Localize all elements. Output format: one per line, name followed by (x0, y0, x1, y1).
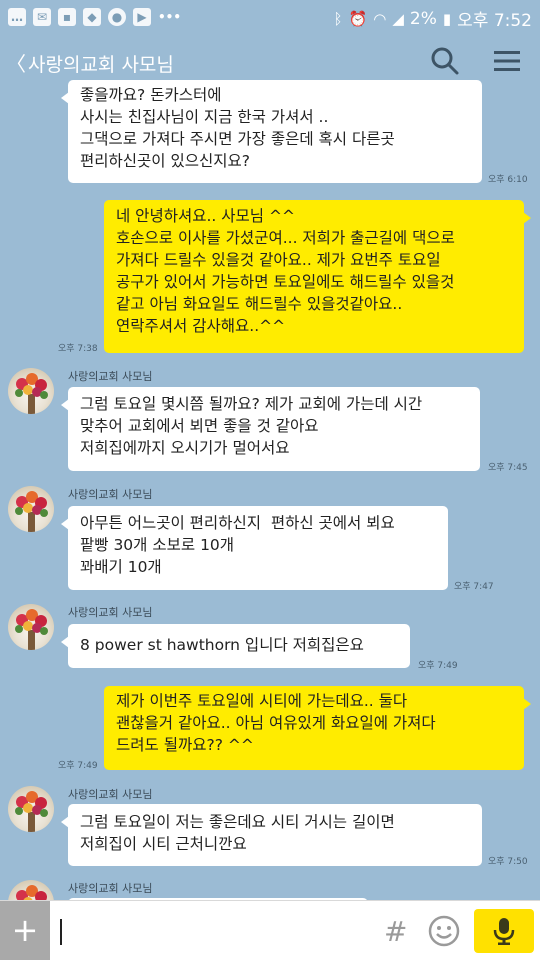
message-time: 오후 7:45 (488, 463, 528, 473)
plus-icon: + (11, 911, 39, 949)
sender-name: 사랑의교회 사모님 (68, 882, 153, 895)
flower-bouquet-image (15, 791, 48, 832)
text-cursor (60, 919, 62, 945)
message-time: 오후 7:49 (418, 661, 458, 671)
message-time: 오후 7:49 (58, 761, 98, 771)
emoticon-icon[interactable] (428, 915, 460, 947)
message-time: 오후 7:50 (488, 857, 528, 867)
contact-avatar[interactable] (8, 786, 54, 832)
received-message-bubble[interactable]: 좋을까요? 돈카스터에 사시는 친집사님이 지금 한국 가셔서 .. 그댁으로 … (61, 80, 482, 183)
contact-avatar[interactable] (8, 486, 54, 532)
message-time: 오후 6:10 (488, 175, 528, 185)
flower-bouquet-image (15, 373, 48, 414)
message-time: 오후 7:47 (454, 582, 494, 592)
sender-name: 사랑의교회 사모님 (68, 606, 153, 619)
message-time: 오후 7:38 (58, 344, 98, 354)
received-message-bubble[interactable]: 8 power st hawthorn 입니다 저희집은요 (61, 624, 410, 668)
chat-title: 사랑의교회 사모님 (28, 54, 174, 76)
contact-avatar[interactable] (8, 604, 54, 650)
message-input-bar: + # (0, 900, 540, 960)
hash-icon[interactable]: # (384, 915, 407, 948)
sender-name: 사랑의교회 사모님 (68, 788, 153, 801)
sender-name: 사랑의교회 사모님 (68, 370, 153, 383)
menu-icon[interactable] (494, 50, 520, 72)
gallery-icon: ▪ (58, 8, 76, 26)
battery-percent: 2% (409, 8, 437, 29)
sent-message-bubble[interactable]: 네 안녕하셔요.. 사모님 ^^ 호손으로 이사를 가셨군여... 저희가 출근… (104, 200, 531, 353)
flower-bouquet-image (15, 491, 48, 532)
record-icon: ● (108, 8, 126, 26)
mail-icon: ✉ (33, 8, 51, 26)
message-icon: … (8, 8, 26, 26)
voice-send-button[interactable] (474, 909, 534, 953)
back-button[interactable]: 〈 (6, 48, 26, 77)
received-message-bubble[interactable]: 그럼 토요일 몇시쯤 될까요? 제가 교회에 가는데 시간 맞추어 교회에서 뵈… (61, 387, 480, 471)
wifi-icon: ◠ (373, 9, 387, 28)
sent-message-bubble[interactable]: 제가 이번주 토요일에 시티에 가는데요.. 둘다 괜찮을거 같아요.. 아님 … (104, 686, 531, 770)
clock: 오후 7:52 (457, 11, 532, 31)
status-right: ᛒ ⏰ ◠ ◢ 2% ▮ 오후 7:52 (333, 6, 532, 32)
received-message-bubble[interactable]: 그럼 토요일이 저는 좋은데요 시티 거시는 길이면 저희집이 시티 근처니깐요 (61, 804, 482, 866)
battery-icon: ▮ (442, 9, 452, 28)
message-input[interactable] (56, 911, 368, 951)
search-icon[interactable] (430, 46, 460, 76)
maps-icon: ◆ (83, 8, 101, 26)
flower-bouquet-image (15, 609, 48, 650)
contact-avatar[interactable] (8, 368, 54, 414)
notification-icons: … ✉ ▪ ◆ ● ▶ ••• (8, 8, 182, 26)
bluetooth-icon: ᛒ (333, 9, 343, 28)
received-message-bubble[interactable]: 아무튼 어느곳이 편리하신지 편하신 곳에서 뵈요 팥빵 30개 소보로 10개… (61, 506, 448, 590)
youtube-icon: ▶ (133, 8, 151, 26)
mic-icon (493, 918, 515, 945)
status-bar: … ✉ ▪ ◆ ● ▶ ••• ᛒ ⏰ ◠ ◢ 2% ▮ 오후 7:52 (0, 0, 540, 36)
dots-icon: ••• (158, 10, 182, 24)
alarm-icon: ⏰ (348, 9, 368, 28)
attach-plus-button[interactable]: + (0, 901, 50, 960)
sender-name: 사랑의교회 사모님 (68, 488, 153, 501)
signal-icon: ◢ (392, 9, 404, 28)
